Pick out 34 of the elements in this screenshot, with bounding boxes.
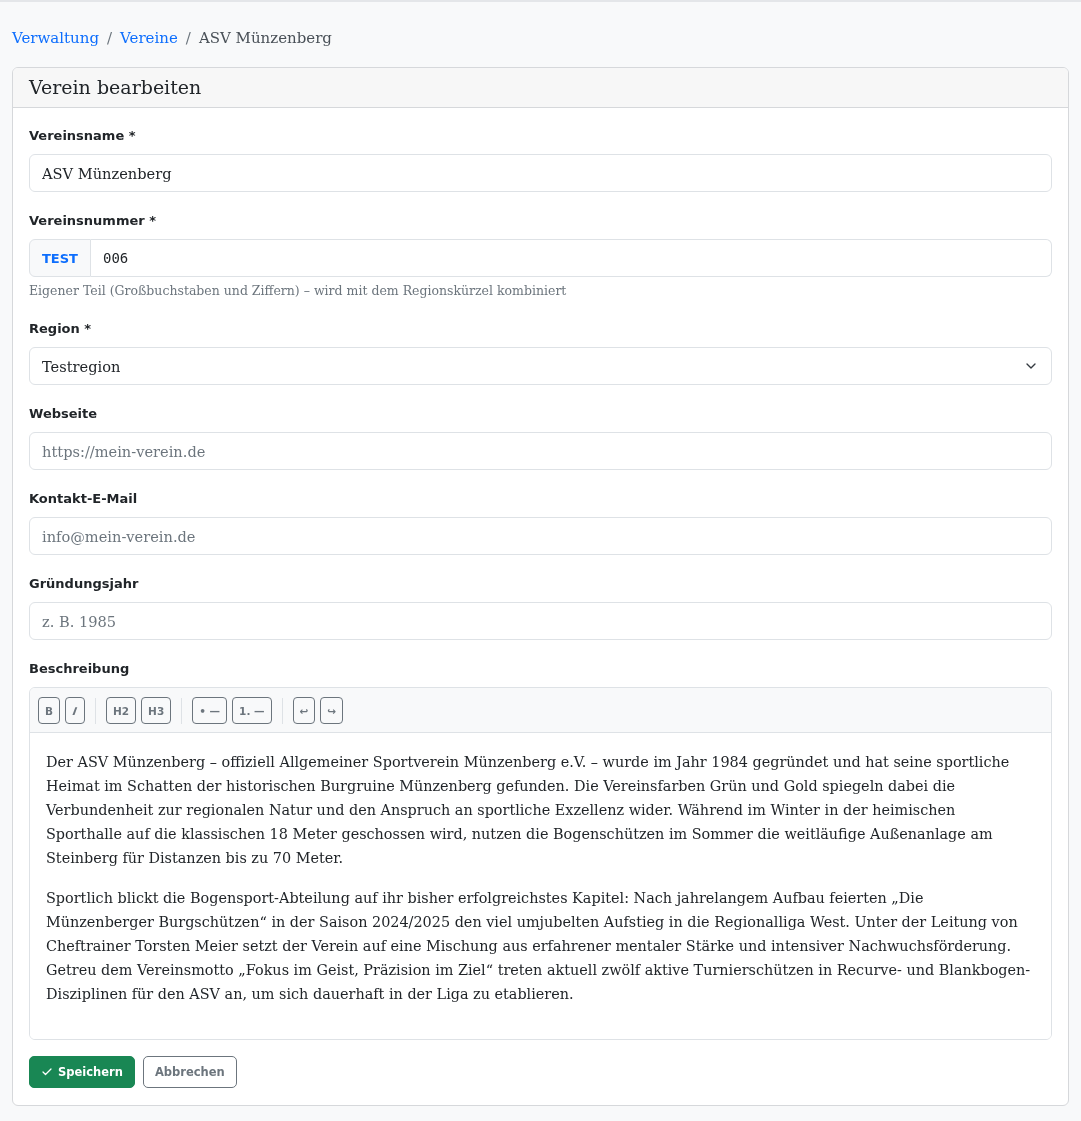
toolbar-button[interactable]: • —	[192, 697, 228, 724]
breadcrumb-current: ASV Münzenberg	[198, 28, 332, 49]
toolbar-button[interactable]: I	[65, 697, 85, 724]
field-label: Vereinsname *	[29, 127, 137, 145]
field-label: Webseite	[29, 405, 99, 423]
prefix-addon: TEST	[29, 239, 91, 277]
description-paragraph: Der ASV Münzenberg – offiziell Allgemeiner Sportverein Münzenberg e.V. – wurde im Jahr 1984 gegründet und hat seine sportliche Heimat im Schatten der historischen Burgruine Münzenberg gefunden. Die Vereinsfarben Grün und Gold spiegeln dabei die Verbundenheit zur regionalen Natur und den Anspruch an sportliche Exzellenz wider. Während im Winter in der heimischen Sporthalle auf die klassischen 18 Meter geschossen wird, nutzen die Bogenschützen im Sommer die weitläufige Außenanlage am Steinberg für Distanzen bis zu 70 Meter.	[46, 753, 1011, 868]
field-label: Gründungsjahr	[29, 575, 140, 593]
text-input[interactable]: https://mein-verein.de	[29, 432, 1052, 470]
field-label: Beschreibung	[29, 660, 131, 678]
check-icon	[41, 1066, 53, 1078]
field-label: Vereinsnummer *	[29, 212, 157, 230]
breadcrumb-link[interactable]: Vereine	[120, 26, 178, 50]
cancel-button[interactable]: Abbrechen	[142, 1056, 237, 1088]
toolbar-button[interactable]: 1. —	[232, 697, 272, 724]
field-label: Kontakt-E-Mail	[29, 490, 139, 508]
text-input[interactable]: info@mein-verein.de	[29, 517, 1052, 555]
description-paragraph: Sportlich blickt die Bogensport-Abteilung auf ihr bisher erfolgreichstes Kapitel: Nach jahrelangem Aufbau feierten „Die Münzenberger Burgschützen“ in der Saison 2024/2025 den viel umjubelten Aufstieg in die Regionalliga West. Unter der Leitung von Cheftrainer Torsten Meier setzt der Verein auf eine Mischung aus erfahrener mentaler Stärke und intensiver Nachwuchsförderung. Getreu dem Vereinsmotto „Fokus im Geist, Präzision im Ziel“ treten aktuell zwölf aktive Turnierschützen in Recurve- und Blankbogen-Disziplinen für den ASV an, um sich dauerhaft in der Liga zu etablieren.	[46, 889, 1032, 1004]
breadcrumb-separator: /	[107, 28, 113, 49]
toolbar-button[interactable]: ↩	[292, 697, 316, 724]
card-title: Verein bearbeiten	[29, 75, 203, 99]
breadcrumb-link[interactable]: Verwaltung	[12, 26, 100, 50]
text-input[interactable]: z. B. 1985	[29, 602, 1052, 640]
text-input[interactable]: ASV Münzenberg	[29, 154, 1052, 192]
help-text: Eigener Teil (Großbuchstaben und Ziffern) – wird mit dem Regionskürzel kombiniert	[29, 282, 568, 300]
breadcrumb-separator: /	[185, 28, 191, 49]
save-button[interactable]: Speichern	[29, 1056, 135, 1088]
toolbar-button[interactable]: H2	[106, 697, 137, 724]
field-label: Region *	[29, 320, 93, 338]
number-input[interactable]: 006	[91, 239, 1052, 277]
toolbar-button[interactable]: H3	[141, 697, 172, 724]
toolbar-button[interactable]: ↪	[320, 697, 344, 724]
select-field[interactable]: Testregion	[29, 347, 1052, 385]
toolbar-button[interactable]: B	[38, 697, 60, 724]
